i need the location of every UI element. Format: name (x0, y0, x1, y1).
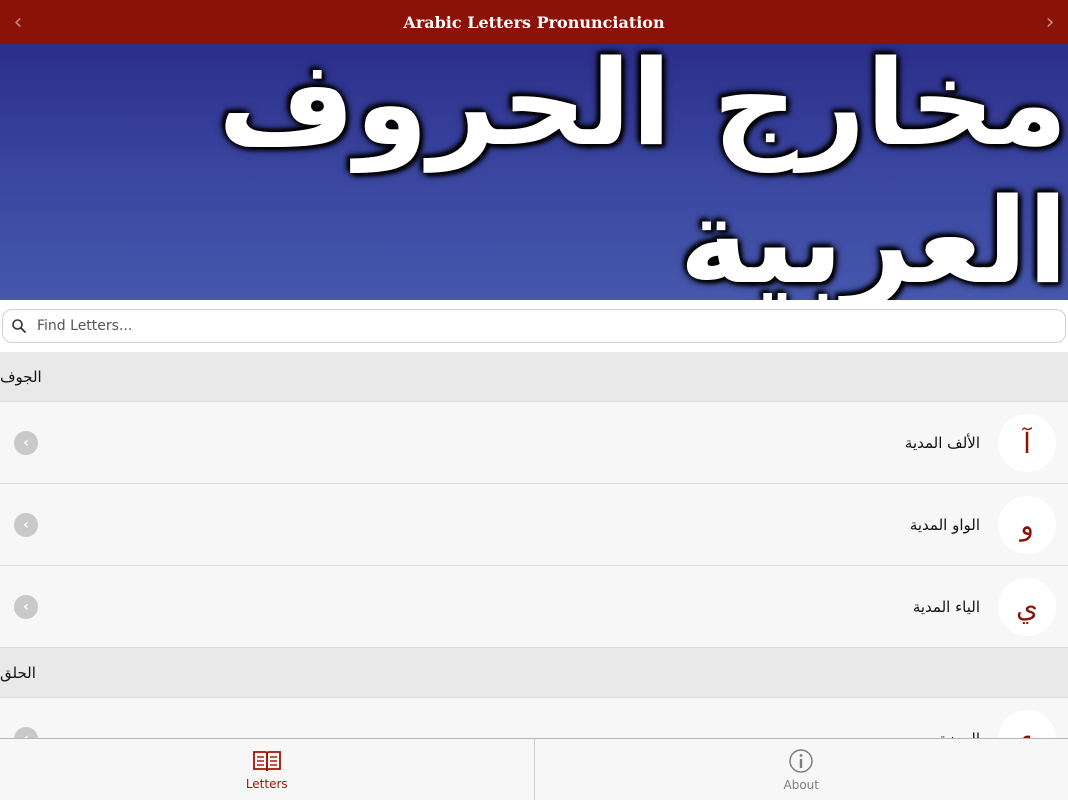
tab-about[interactable]: About (533, 739, 1068, 800)
tab-label: Letters (245, 776, 288, 791)
info-icon (789, 748, 813, 773)
chevron-left-icon: ‹ (14, 595, 38, 619)
section-title: الحلق (0, 663, 36, 682)
tab-bar: Letters About (0, 738, 1068, 800)
tab-letters[interactable]: Letters (0, 739, 534, 800)
search-icon (12, 319, 26, 333)
letter-name: الهمزة (940, 698, 980, 738)
page-title: Arabic Letters Pronunciation (403, 12, 665, 32)
letter-name: الياء المدية (912, 598, 980, 616)
search-bar (0, 300, 1068, 352)
letter-badge: ي (998, 578, 1056, 636)
back-chevron-icon[interactable]: ‹ (6, 8, 30, 36)
tab-label: About (783, 777, 819, 792)
header-banner: مخارج الحروف العربية (0, 44, 1068, 300)
chevron-left-icon: ‹ (14, 431, 38, 455)
letter-badge: و (998, 496, 1056, 554)
banner-calligraphy: مخارج الحروف العربية (217, 44, 1068, 300)
list-item[interactable]: ‹ الياء المدية ي (0, 566, 1068, 648)
section-title: الجوف (0, 367, 42, 386)
section-header: الحلق (0, 648, 1068, 698)
search-input[interactable] (37, 318, 1065, 334)
letter-badge: آ (998, 414, 1056, 472)
nav-bar: ‹ Arabic Letters Pronunciation › (0, 0, 1068, 44)
search-box[interactable] (2, 309, 1066, 343)
letter-badge: ء (998, 710, 1056, 738)
list-item[interactable]: ‹ الواو المدية و (0, 484, 1068, 566)
letter-name: الواو المدية (909, 516, 980, 534)
list-item[interactable]: ‹ الهمزة ء (0, 698, 1068, 738)
list-item[interactable]: ‹ الألف المدية آ (0, 402, 1068, 484)
forward-chevron-icon[interactable]: › (1038, 8, 1062, 36)
chevron-left-icon: ‹ (14, 513, 38, 537)
book-icon (252, 750, 281, 771)
chevron-left-icon: ‹ (14, 727, 38, 738)
section-header: الجوف (0, 352, 1068, 402)
letter-name: الألف المدية (904, 434, 980, 452)
letters-list: الجوف ‹ الألف المدية آ ‹ الواو المدية و … (0, 352, 1068, 738)
